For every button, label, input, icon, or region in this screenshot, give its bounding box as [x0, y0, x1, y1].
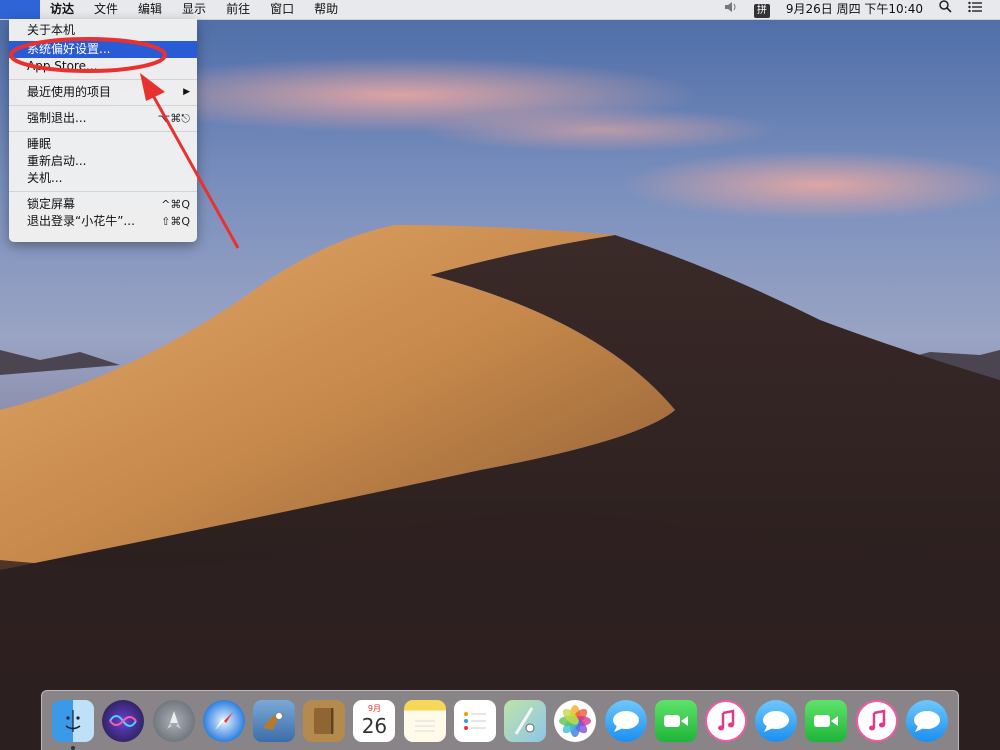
submenu-arrow-icon: ▶ — [183, 87, 190, 97]
menu-item-logout-label: 退出登录“小花牛”... — [27, 214, 135, 228]
menu-edit[interactable]: 编辑 — [128, 0, 172, 19]
force-quit-shortcut: ⌥⌘⎋ — [157, 112, 190, 125]
photos-icon[interactable] — [554, 699, 597, 742]
contacts-icon[interactable] — [303, 699, 346, 742]
menu-file[interactable]: 文件 — [84, 0, 128, 19]
siri-icon[interactable] — [102, 699, 145, 742]
menu-item-sleep[interactable]: 睡眠 — [9, 136, 197, 153]
menu-item-force-quit[interactable]: 强制退出... ⌥⌘⎋ — [9, 110, 197, 127]
finder-icon[interactable] — [52, 699, 95, 750]
menu-view[interactable]: 显示 — [172, 0, 216, 19]
messages-icon[interactable] — [604, 699, 647, 742]
menu-bar: 访达 文件 编辑 显示 前往 窗口 帮助 拼 9月26日 周四 下午10:40 — [0, 0, 1000, 20]
menu-item-restart[interactable]: 重新启动... — [9, 153, 197, 170]
menu-item-recent-label: 最近使用的项目 — [27, 85, 112, 99]
calendar-month: 9月 — [367, 703, 381, 713]
mail-icon[interactable] — [252, 699, 295, 742]
clock[interactable]: 9月26日 周四 下午10:40 — [778, 0, 931, 19]
status-area: 拼 9月26日 周四 下午10:40 — [716, 0, 1000, 19]
reminders-icon[interactable] — [453, 699, 496, 742]
menu-separator — [9, 131, 197, 132]
safari-icon[interactable] — [202, 699, 245, 742]
menu-item-system-preferences-label: 系统偏好设置... — [27, 42, 111, 56]
maps-icon[interactable] — [504, 699, 547, 742]
logout-shortcut: ⇧⌘Q — [161, 215, 190, 228]
menu-window[interactable]: 窗口 — [260, 0, 304, 19]
dock: 9月 26 — [41, 690, 959, 750]
menu-item-app-store[interactable]: App Store... — [9, 58, 197, 75]
menu-item-recent-items[interactable]: 最近使用的项目 ▶ — [9, 84, 197, 101]
speaker-icon[interactable] — [716, 0, 746, 19]
calendar-day: 26 — [361, 713, 388, 738]
running-indicator — [71, 745, 76, 750]
lock-shortcut: ^⌘Q — [161, 198, 190, 211]
menu-item-lock-screen[interactable]: 锁定屏幕 ^⌘Q — [9, 196, 197, 213]
menu-help[interactable]: 帮助 — [304, 0, 348, 19]
notification-center-icon[interactable] — [960, 0, 990, 19]
notes-icon[interactable] — [403, 699, 446, 742]
menu-go[interactable]: 前往 — [216, 0, 260, 19]
menu-item-about[interactable]: 关于本机 — [9, 22, 197, 39]
menu-item-shutdown[interactable]: 关机... — [9, 170, 197, 187]
menu-item-lock-label: 锁定屏幕 — [27, 197, 76, 211]
messages-icon[interactable] — [755, 699, 798, 742]
menu-separator — [9, 191, 197, 192]
menu-finder[interactable]: 访达 — [40, 0, 84, 19]
menu-item-log-out[interactable]: 退出登录“小花牛”... ⇧⌘Q — [9, 213, 197, 230]
facetime-icon[interactable] — [654, 699, 697, 742]
facetime-icon[interactable] — [805, 699, 848, 742]
menu-item-restart-label: 重新启动... — [27, 154, 87, 168]
menu-separator — [9, 79, 197, 80]
spotlight-icon[interactable] — [931, 0, 960, 19]
menu-separator — [9, 105, 197, 106]
menu-item-system-preferences[interactable]: 系统偏好设置... — [9, 41, 197, 58]
calendar-icon[interactable]: 9月 26 — [353, 699, 396, 742]
apple-menu-icon[interactable] — [0, 0, 40, 19]
menu-item-about-label: 关于本机 — [27, 23, 76, 37]
launchpad-icon[interactable] — [152, 699, 195, 742]
messages-icon[interactable] — [905, 699, 948, 742]
ime-label: 拼 — [753, 4, 770, 18]
menu-item-force-quit-label: 强制退出... — [27, 111, 87, 125]
itunes-icon[interactable] — [704, 699, 747, 742]
menu-item-shutdown-label: 关机... — [27, 171, 63, 185]
input-method-icon[interactable]: 拼 — [746, 0, 778, 19]
menu-item-app-store-label: App Store... — [27, 59, 98, 73]
menu-item-sleep-label: 睡眠 — [27, 137, 52, 151]
itunes-icon[interactable] — [855, 699, 898, 742]
apple-menu-dropdown: 关于本机 系统偏好设置... App Store... 最近使用的项目 ▶ 强制退… — [9, 19, 197, 242]
